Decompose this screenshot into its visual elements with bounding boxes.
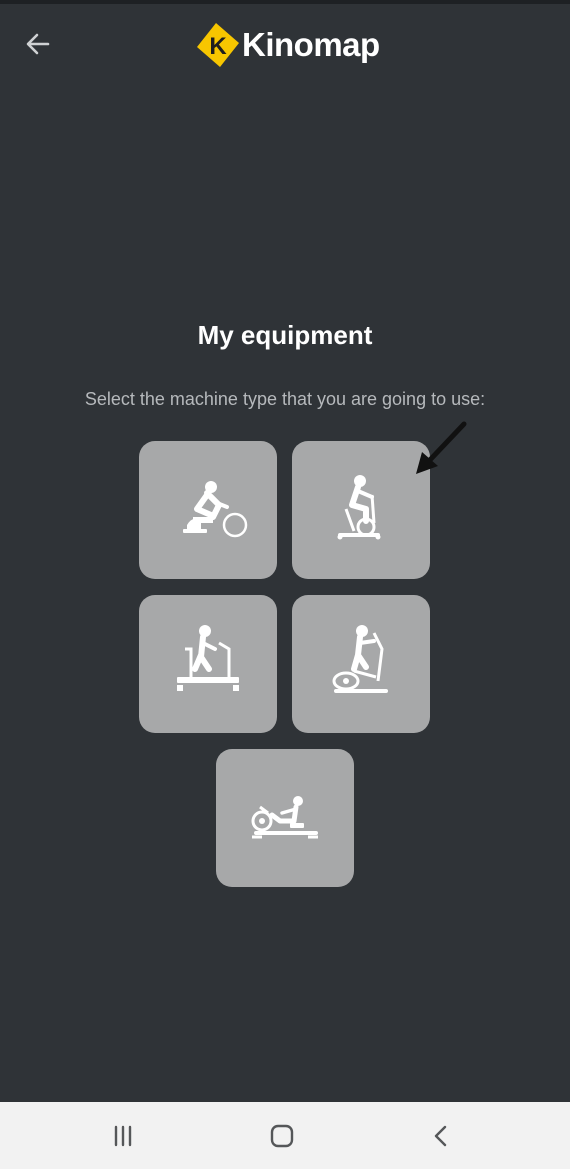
page-title: My equipment xyxy=(197,320,373,350)
svg-text:K: K xyxy=(209,33,227,60)
equipment-tile-bike-trainer[interactable] xyxy=(139,441,277,579)
back-icon xyxy=(434,1125,447,1147)
status-bar-strip xyxy=(0,0,570,4)
recent-apps-button[interactable] xyxy=(103,1118,143,1154)
arrow-pointer-icon xyxy=(416,421,467,474)
treadmill-icon xyxy=(177,625,239,691)
home-button[interactable] xyxy=(262,1118,302,1154)
back-button[interactable] xyxy=(18,26,58,62)
kinomap-logo: K Kinomap xyxy=(194,20,380,70)
home-icon xyxy=(270,1124,294,1148)
equipment-tile-treadmill[interactable] xyxy=(139,595,277,733)
system-back-button[interactable] xyxy=(421,1118,461,1154)
equipment-tile-elliptical[interactable] xyxy=(292,595,430,733)
elliptical-icon xyxy=(332,625,388,693)
page-subtitle: Select the machine type that you are goi… xyxy=(84,389,486,409)
bike-trainer-icon xyxy=(183,481,248,538)
exercise-bike-icon xyxy=(337,475,381,540)
kinomap-logo-mark-icon: K xyxy=(197,23,239,67)
arrow-left-icon xyxy=(26,33,50,55)
equipment-tile-rowing-machine[interactable] xyxy=(216,749,354,887)
system-navigation-bar xyxy=(0,1102,570,1169)
rowing-machine-icon xyxy=(251,796,318,839)
logo-text: Kinomap xyxy=(242,26,380,63)
recent-apps-icon xyxy=(114,1125,132,1147)
